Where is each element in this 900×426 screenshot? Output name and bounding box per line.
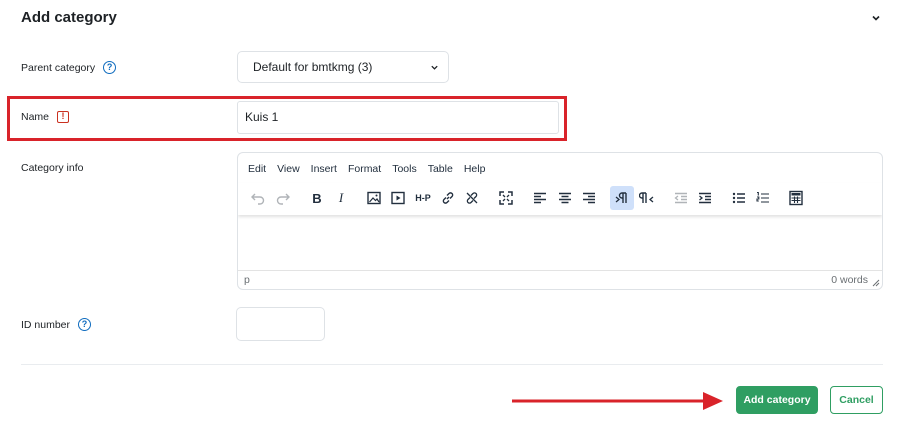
rich-text-editor[interactable]: Edit View Insert Format Tools Table Help… (237, 152, 883, 290)
bullet-list-icon[interactable] (727, 186, 751, 210)
unlink-icon[interactable] (460, 186, 484, 210)
id-number-row-label: ID number ? (21, 318, 92, 331)
resize-handle-icon[interactable] (872, 279, 880, 287)
red-arrow-annotation (512, 392, 723, 410)
id-number-label: ID number (21, 318, 71, 331)
help-icon[interactable]: ? (103, 61, 117, 74)
link-icon[interactable] (436, 186, 460, 210)
word-count: 0 words (831, 274, 868, 286)
chevron-down-icon[interactable] (869, 11, 883, 25)
rtl-icon[interactable] (635, 186, 659, 210)
h5p-icon[interactable]: H-P (411, 186, 435, 210)
parent-category-value: Default for bmtkmg (3) (253, 60, 373, 74)
menu-help[interactable]: Help (464, 163, 486, 175)
category-info-row-label: Category info (21, 162, 83, 174)
menu-insert[interactable]: Insert (311, 163, 337, 175)
media-icon[interactable] (386, 186, 410, 210)
menu-edit[interactable]: Edit (248, 163, 266, 175)
outdent-icon[interactable] (669, 186, 693, 210)
add-category-button[interactable]: Add category (736, 386, 818, 414)
editor-toolbar: B I H-P (238, 183, 882, 215)
name-label: Name (21, 111, 50, 123)
bold-icon[interactable]: B (305, 186, 329, 210)
align-center-icon[interactable] (553, 186, 577, 210)
element-path[interactable]: p (244, 274, 250, 286)
help-icon[interactable]: ? (78, 318, 92, 331)
fullscreen-icon[interactable] (494, 186, 518, 210)
menu-view[interactable]: View (277, 163, 300, 175)
menu-tools[interactable]: Tools (392, 163, 417, 175)
name-row-label: Name ! (21, 111, 70, 123)
align-left-icon[interactable] (528, 186, 552, 210)
required-icon: ! (57, 111, 70, 123)
undo-icon[interactable] (246, 186, 270, 210)
page-title: Add category (21, 9, 117, 26)
ltr-icon[interactable] (610, 186, 634, 210)
id-number-input[interactable] (236, 307, 325, 341)
cancel-button[interactable]: Cancel (830, 386, 883, 414)
chevron-down-icon (431, 65, 438, 70)
divider (21, 364, 883, 365)
redo-icon[interactable] (271, 186, 295, 210)
editor-statusbar: p 0 words (238, 270, 882, 289)
menu-table[interactable]: Table (428, 163, 453, 175)
editor-menubar: Edit View Insert Format Tools Table Help (248, 163, 485, 175)
numbered-list-icon[interactable] (751, 186, 775, 210)
italic-icon[interactable]: I (329, 186, 353, 210)
image-icon[interactable] (362, 186, 386, 210)
menu-format[interactable]: Format (348, 163, 381, 175)
align-right-icon[interactable] (577, 186, 601, 210)
calculator-icon[interactable] (784, 186, 808, 210)
indent-icon[interactable] (693, 186, 717, 210)
parent-category-label: Parent category (21, 61, 96, 74)
parent-category-select[interactable]: Default for bmtkmg (3) (237, 51, 449, 83)
category-info-label: Category info (21, 162, 84, 174)
parent-category-row-label: Parent category ? (21, 61, 117, 74)
name-input[interactable]: Kuis 1 (237, 101, 559, 134)
